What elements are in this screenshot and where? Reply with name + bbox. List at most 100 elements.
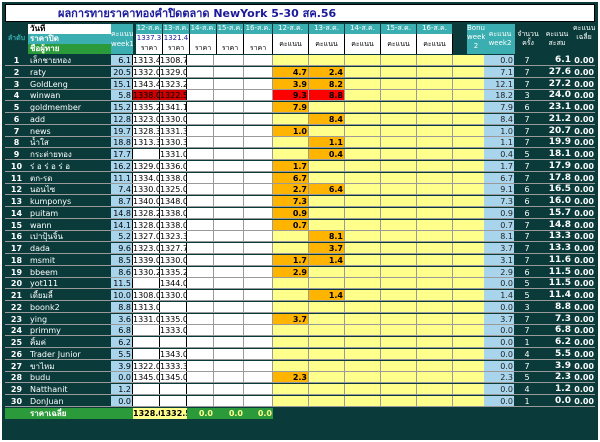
table-cell: 8 xyxy=(13,138,20,148)
table-cell: 19.7 xyxy=(111,125,133,136)
table-row: 5 goldmember 15.2 1335.2 1341.1 7.9 7.9 6 23.1 0.… xyxy=(5,102,595,113)
table-cell xyxy=(381,325,417,336)
table-cell: 1328.0 xyxy=(133,219,160,230)
table-cell xyxy=(453,149,484,159)
table-cell xyxy=(214,137,244,148)
table-cell: 0.00 xyxy=(574,67,594,77)
table-cell: 18.2 xyxy=(484,90,514,101)
table-cell xyxy=(187,102,214,112)
table-cell xyxy=(244,66,273,77)
table-cell: 1.4 xyxy=(484,290,514,300)
table-cell xyxy=(309,395,345,406)
table-cell xyxy=(417,125,453,136)
player-name: GoldLeng xyxy=(30,79,68,89)
table-cell xyxy=(381,278,417,289)
table-cell: 0.00 xyxy=(574,373,594,383)
table-row: 23 ying 3.6 1331.0 1335.0 3.7 3.7 7 7.3 0.00 xyxy=(5,313,595,325)
table-cell: 6.1 xyxy=(111,55,133,65)
table-cell: 3.6 xyxy=(111,313,133,324)
table-cell xyxy=(273,243,309,253)
table-cell xyxy=(244,219,273,230)
table-cell xyxy=(244,301,273,312)
table-cell xyxy=(244,348,273,359)
table-cell: 3 xyxy=(13,79,20,89)
table-cell xyxy=(244,196,273,206)
table-cell xyxy=(244,360,273,371)
table-cell: 1308.7 xyxy=(160,55,187,65)
table-cell: 6.7 xyxy=(273,172,309,183)
table-cell xyxy=(345,348,381,359)
table-cell xyxy=(345,196,381,206)
table-cell xyxy=(417,66,453,77)
table-cell: 8.8 xyxy=(111,301,133,312)
table-cell: 0.00 xyxy=(574,361,594,371)
footer-cell xyxy=(273,408,309,419)
table-cell: 3.7 xyxy=(484,243,514,253)
table-cell: 14.8 xyxy=(548,219,571,230)
table-cell: 12 xyxy=(10,185,23,195)
table-cell: 21 xyxy=(10,291,23,300)
table-cell xyxy=(453,172,484,183)
table-cell: 1.1 xyxy=(309,137,345,148)
table-cell xyxy=(187,184,214,195)
close-price-4 xyxy=(244,34,273,44)
table-cell xyxy=(381,384,417,394)
player-name: dada xyxy=(30,244,50,253)
total-header: คะแนนสะสม xyxy=(545,30,569,47)
table-cell: 0.0 xyxy=(111,395,133,406)
table-cell xyxy=(133,325,160,336)
table-cell: 26 xyxy=(10,349,23,359)
table-cell xyxy=(417,172,453,183)
table-cell xyxy=(160,384,187,394)
table-cell: 4 xyxy=(524,385,530,394)
table-cell xyxy=(214,254,244,265)
player-name: raty xyxy=(30,67,47,77)
table-cell: 1323.0 xyxy=(133,113,160,124)
table-cell xyxy=(309,207,345,218)
table-row: 13 kumponys 8.7 1340.0 1348.0 7.3 7.3 6 16.0 0.00 xyxy=(5,196,595,207)
table-cell: 6.8 xyxy=(555,325,571,336)
player-name: msmit xyxy=(30,255,56,265)
table-cell xyxy=(381,207,417,218)
date-header-0: 12-ส.ค. xyxy=(136,24,163,34)
table-cell: 2.3 xyxy=(555,372,571,383)
player-name: คิ้มค่ xyxy=(30,338,46,347)
player-name: primmy xyxy=(30,326,61,336)
player-name: budu xyxy=(30,373,51,383)
player-name: Trader Junior xyxy=(30,349,81,359)
table-cell: 20 xyxy=(10,279,23,289)
price-header-1: ราคา xyxy=(163,44,190,54)
table-cell xyxy=(345,137,381,148)
table-cell xyxy=(345,290,381,300)
table-cell: 21.2 xyxy=(548,113,571,124)
table-row: 2 raty 20.5 1332.0 1329.0 4.7 2.4 7.1 7 27.6 0.00 xyxy=(5,66,595,78)
table-cell xyxy=(273,384,309,394)
score-header-8: คะแนน xyxy=(381,34,417,54)
table-cell: 12.8 xyxy=(111,113,133,124)
table-cell xyxy=(381,78,417,89)
table-cell: 16.5 xyxy=(548,184,571,195)
table-cell xyxy=(187,137,214,148)
table-cell: 0.00 xyxy=(574,208,594,218)
table-cell xyxy=(244,337,273,347)
table-cell: 0.0 xyxy=(484,395,514,406)
table-cell: 0.0 xyxy=(111,372,133,383)
table-cell: 2 xyxy=(13,67,20,77)
table-cell xyxy=(187,90,214,101)
table-cell xyxy=(309,172,345,183)
table-row: 9 กระต่ายทอง 17.7 1331.0 0.4 0.4 5 18.1 0.00 xyxy=(5,149,595,160)
table-cell: 8.4 xyxy=(309,113,345,124)
player-name: boonk2 xyxy=(30,302,60,312)
table-cell: 8.8 xyxy=(309,90,345,101)
table-cell xyxy=(345,372,381,383)
footer-cell xyxy=(111,408,133,419)
count-header: จำนวนครั้ง xyxy=(517,30,539,47)
table-cell: 3.7 xyxy=(273,313,309,324)
table-cell xyxy=(345,325,381,336)
table-cell: 11.5 xyxy=(111,278,133,289)
table-cell xyxy=(273,278,309,289)
table-cell: 1330.2 xyxy=(133,266,160,277)
table-cell xyxy=(345,113,381,124)
table-cell xyxy=(453,313,484,324)
table-cell xyxy=(160,395,187,406)
